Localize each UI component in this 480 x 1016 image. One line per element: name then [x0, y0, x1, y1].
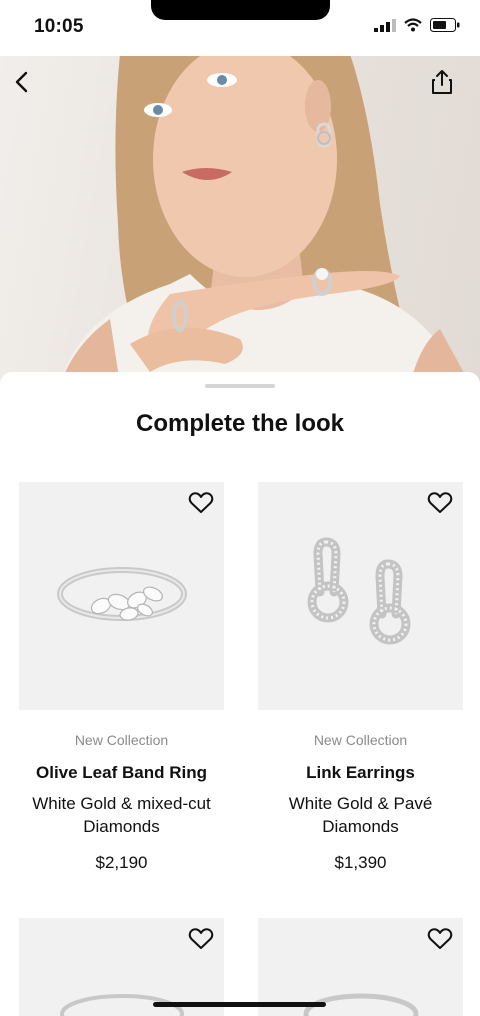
product-name[interactable]: Link Earrings	[258, 763, 463, 783]
ring-image	[57, 567, 187, 621]
model-photo	[60, 54, 470, 384]
product-material: White Gold & mixed-cut Diamonds	[32, 794, 211, 836]
back-button[interactable]	[6, 66, 38, 98]
home-indicator[interactable]	[153, 1002, 326, 1007]
section-title: Complete the look	[135, 410, 345, 437]
signal-icon	[374, 19, 396, 32]
product-collection: New Collection	[313, 732, 408, 748]
heart-outline-icon[interactable]	[427, 491, 453, 515]
complete-the-look-sheet: Complete the look New Collection Olive L…	[0, 372, 480, 1016]
heart-outline-icon[interactable]	[427, 927, 453, 951]
share-button[interactable]	[426, 66, 458, 98]
product-name[interactable]: Olive Leaf Band Ring	[19, 763, 224, 783]
product-image[interactable]	[19, 482, 224, 710]
chevron-left-icon	[15, 71, 28, 93]
heart-outline-icon[interactable]	[188, 927, 214, 951]
hero-image	[0, 54, 480, 384]
product-card-earrings[interactable]: New Collection Link Earrings White Gold …	[258, 482, 463, 873]
product-price: $2,190	[95, 853, 148, 872]
battery-icon	[430, 18, 460, 32]
share-icon	[432, 70, 452, 94]
status-bar: 10:05	[0, 0, 480, 56]
product-collection: New Collection	[74, 732, 169, 748]
heart-outline-icon[interactable]	[188, 491, 214, 515]
sheet-grabber[interactable]	[205, 384, 275, 388]
wifi-icon	[404, 18, 422, 32]
device-notch	[151, 0, 330, 20]
product-image[interactable]	[258, 482, 463, 710]
status-time: 10:05	[34, 16, 84, 37]
product-price: $1,390	[334, 853, 387, 872]
product-card-ring[interactable]: New Collection Olive Leaf Band Ring Whit…	[19, 482, 224, 873]
product-material: White Gold & Pavé Diamonds	[288, 794, 433, 836]
status-icons	[374, 18, 460, 32]
earrings-image	[307, 537, 411, 645]
